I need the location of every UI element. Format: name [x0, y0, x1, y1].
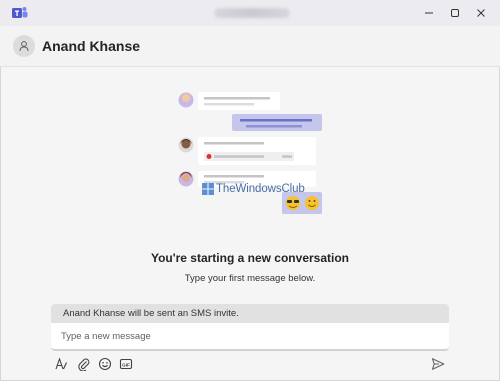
gif-icon: GIF	[119, 358, 133, 370]
maximize-icon	[451, 9, 459, 17]
conversation-heading: You're starting a new conversation	[150, 251, 349, 265]
close-icon	[477, 9, 485, 17]
format-button[interactable]	[53, 356, 69, 372]
gif-button[interactable]: GIF	[118, 356, 134, 372]
emoji-icon	[98, 357, 112, 371]
person-icon	[19, 41, 29, 52]
maximize-button[interactable]	[444, 4, 466, 22]
windows-club-logo-icon	[202, 183, 214, 195]
watermark: TheWindowsClub	[202, 183, 305, 195]
teams-logo-icon	[12, 7, 28, 18]
watermark-text: TheWindowsClub	[216, 183, 305, 195]
emoji-button[interactable]	[97, 356, 113, 372]
title-bar	[0, 0, 500, 26]
attach-button[interactable]	[76, 356, 92, 372]
avatar[interactable]	[13, 35, 35, 57]
chat-header: Anand Khanse	[0, 26, 500, 67]
compose-toolbar: GIF	[0, 355, 500, 375]
attach-icon	[78, 358, 90, 371]
svg-text:GIF: GIF	[122, 362, 130, 367]
compose-box[interactable]	[51, 323, 449, 351]
minimize-button[interactable]	[418, 4, 440, 22]
contact-name[interactable]: Anand Khanse	[42, 38, 140, 54]
send-button[interactable]	[430, 356, 446, 372]
conversation-subheading: Type your first message below.	[184, 273, 316, 284]
format-icon	[55, 357, 67, 370]
sms-invite-notice: Anand Khanse will be sent an SMS invite.	[51, 304, 449, 323]
close-button[interactable]	[470, 4, 492, 22]
new-conversation-illustration	[178, 92, 322, 214]
message-input[interactable]	[61, 329, 431, 344]
teams-chat-window: Anand Khanse TheWindowsClub You're start…	[0, 0, 500, 381]
send-icon	[431, 358, 445, 370]
sms-invite-text: Anand Khanse will be sent an SMS invite.	[63, 308, 239, 319]
minimize-icon	[425, 12, 433, 14]
window-title-blurred	[214, 8, 290, 18]
